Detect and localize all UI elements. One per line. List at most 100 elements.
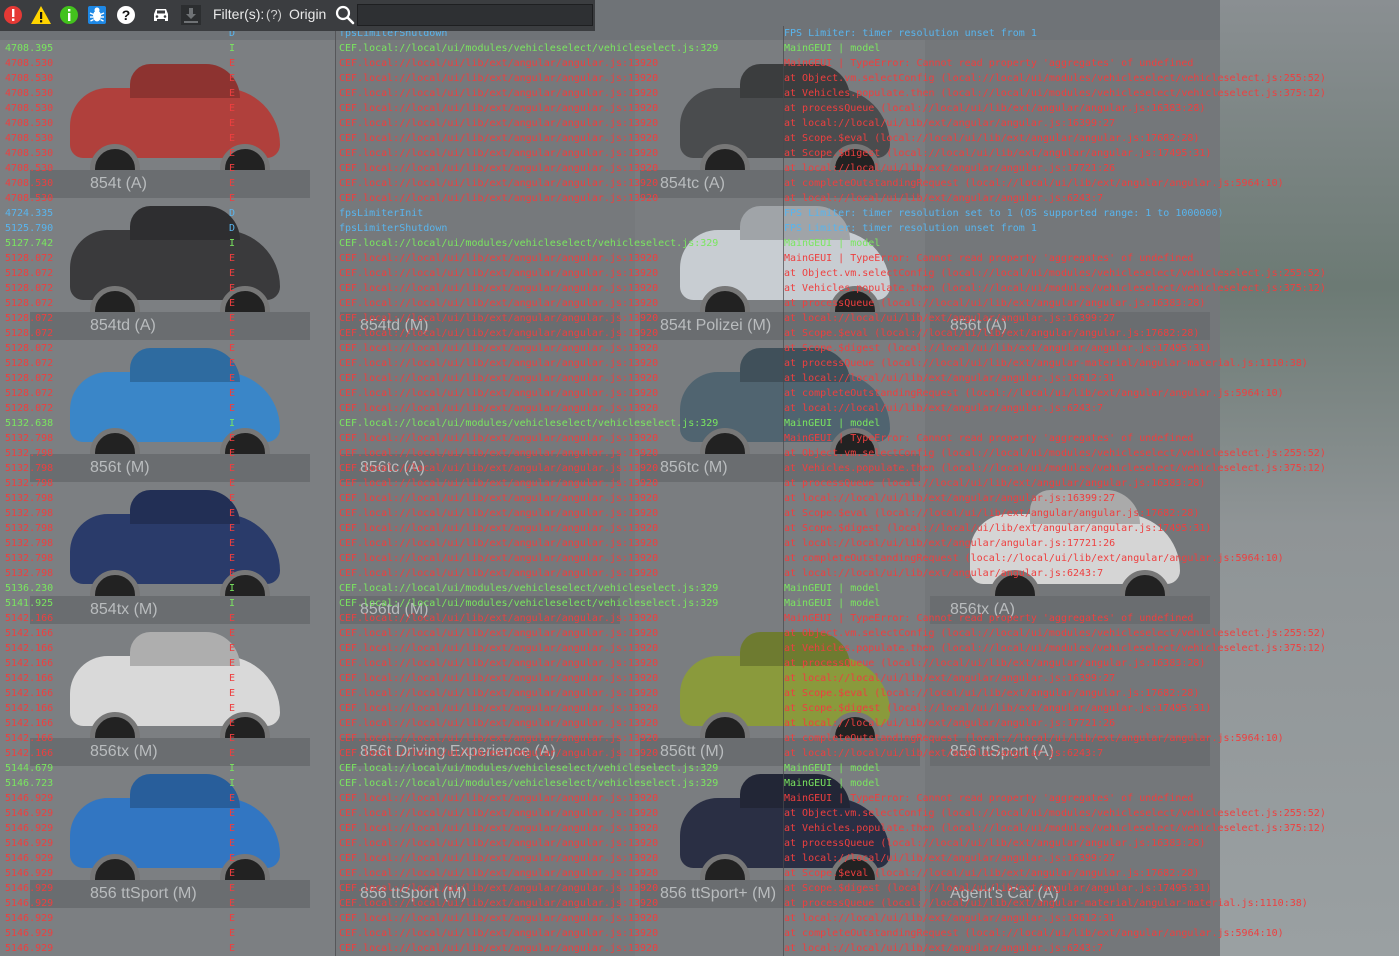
log-row[interactable]: 4708.530 E CEF.local://local/ui/lib/ext/an… <box>0 101 1399 116</box>
log-row[interactable]: 5128.072 E CEF.local://local/ui/lib/ext/an… <box>0 401 1399 416</box>
debug-bug-icon[interactable] <box>86 4 108 26</box>
log-timestamp: 5142.166 <box>5 688 54 699</box>
log-message: at processQueue (local://local/ui/lib/ex… <box>784 898 1308 909</box>
log-origin: CEF.local://local/ui/lib/ext/angular/ang… <box>339 718 659 729</box>
log-message: at completeOutstandingRequest (local://l… <box>784 733 1284 744</box>
log-row[interactable]: 5146.929 E CEF.local://local/ui/lib/ext/an… <box>0 911 1399 926</box>
warning-filter-icon[interactable] <box>30 4 52 26</box>
log-row[interactable]: 5128.072 E CEF.local://local/ui/lib/ext/an… <box>0 326 1399 341</box>
log-row[interactable]: 5146.929 E CEF.local://local/ui/lib/ext/an… <box>0 866 1399 881</box>
log-row[interactable]: 5132.798 E CEF.local://local/ui/lib/ext/an… <box>0 536 1399 551</box>
log-row[interactable]: 5142.166 E CEF.local://local/ui/lib/ext/an… <box>0 686 1399 701</box>
log-row[interactable]: 5132.798 E CEF.local://local/ui/lib/ext/an… <box>0 446 1399 461</box>
log-row[interactable]: 5132.798 E CEF.local://local/ui/lib/ext/an… <box>0 521 1399 536</box>
log-row[interactable]: 5146.929 E CEF.local://local/ui/lib/ext/an… <box>0 926 1399 941</box>
log-row[interactable]: 5141.925 I CEF.local://local/ui/modules/ve… <box>0 596 1399 611</box>
log-row[interactable]: 5146.723 I CEF.local://local/ui/modules/ve… <box>0 776 1399 791</box>
log-row[interactable]: 5128.072 E CEF.local://local/ui/lib/ext/an… <box>0 281 1399 296</box>
log-row[interactable]: 5127.742 I CEF.local://local/ui/modules/ve… <box>0 236 1399 251</box>
log-row[interactable]: 5146.929 E CEF.local://local/ui/lib/ext/an… <box>0 881 1399 896</box>
filter-input[interactable] <box>357 4 593 26</box>
log-row[interactable]: 5146.929 E CEF.local://local/ui/lib/ext/an… <box>0 821 1399 836</box>
log-row[interactable]: 4708.530 E CEF.local://local/ui/lib/ext/an… <box>0 116 1399 131</box>
filter-help-hint[interactable]: (?) <box>266 7 282 22</box>
log-row[interactable]: 4708.530 E CEF.local://local/ui/lib/ext/an… <box>0 161 1399 176</box>
log-origin: CEF.local://local/ui/lib/ext/angular/ang… <box>339 343 659 354</box>
log-row[interactable]: 4708.530 E CEF.local://local/ui/lib/ext/an… <box>0 71 1399 86</box>
log-row[interactable]: 5128.072 E CEF.local://local/ui/lib/ext/an… <box>0 386 1399 401</box>
log-row[interactable]: 5142.166 E CEF.local://local/ui/lib/ext/an… <box>0 641 1399 656</box>
log-row[interactable]: 4708.530 E CEF.local://local/ui/lib/ext/an… <box>0 146 1399 161</box>
vehicle-icon[interactable] <box>150 4 172 26</box>
log-row[interactable]: 5142.166 E CEF.local://local/ui/lib/ext/an… <box>0 656 1399 671</box>
log-row[interactable]: 5146.929 E CEF.local://local/ui/lib/ext/an… <box>0 851 1399 866</box>
log-origin: CEF.local://local/ui/lib/ext/angular/ang… <box>339 298 659 309</box>
log-message: at processQueue (local://local/ui/lib/ex… <box>784 298 1206 309</box>
log-row[interactable]: 5142.166 E CEF.local://local/ui/lib/ext/an… <box>0 716 1399 731</box>
log-timestamp: 5128.072 <box>5 343 54 354</box>
log-message: at Vehicles.populate.then (local://local… <box>784 643 1326 654</box>
log-message: at Scope.$digest (local://local/ui/lib/e… <box>784 883 1212 894</box>
log-message: MainGEUI | model <box>784 763 881 774</box>
log-row[interactable]: 5125.790 DfpsLimiterShutdown FPS Limiter: … <box>0 221 1399 236</box>
log-row[interactable]: 4724.335 DfpsLimiterInit FPS Limiter: time… <box>0 206 1399 221</box>
log-row[interactable]: 5128.072 E CEF.local://local/ui/lib/ext/an… <box>0 341 1399 356</box>
log-level: E <box>229 298 236 309</box>
log-row[interactable]: 4708.530 E CEF.local://local/ui/lib/ext/an… <box>0 131 1399 146</box>
log-row[interactable]: 5142.166 E CEF.local://local/ui/lib/ext/an… <box>0 746 1399 761</box>
log-row[interactable]: 5132.798 E CEF.local://local/ui/lib/ext/an… <box>0 551 1399 566</box>
log-row[interactable]: 5142.166 E CEF.local://local/ui/lib/ext/an… <box>0 701 1399 716</box>
log-message: at local://local/ui/lib/ext/angular/angu… <box>784 718 1116 729</box>
log-origin: CEF.local://local/ui/lib/ext/angular/ang… <box>339 868 659 879</box>
log-row[interactable]: 5146.929 E CEF.local://local/ui/lib/ext/an… <box>0 791 1399 806</box>
log-row[interactable]: 5146.929 E CEF.local://local/ui/lib/ext/an… <box>0 836 1399 851</box>
log-timestamp: 5132.638 <box>5 418 54 429</box>
log-row[interactable]: 5132.798 E CEF.local://local/ui/lib/ext/an… <box>0 476 1399 491</box>
log-row[interactable]: 5128.072 E CEF.local://local/ui/lib/ext/an… <box>0 311 1399 326</box>
log-row[interactable]: 5142.166 E CEF.local://local/ui/lib/ext/an… <box>0 626 1399 641</box>
log-origin: CEF.local://local/ui/lib/ext/angular/ang… <box>339 673 659 684</box>
log-row[interactable]: 5142.166 E CEF.local://local/ui/lib/ext/an… <box>0 731 1399 746</box>
log-row[interactable]: 5128.072 E CEF.local://local/ui/lib/ext/an… <box>0 371 1399 386</box>
log-message: at Object.vm.selectConfig (local://local… <box>784 628 1326 639</box>
log-row[interactable]: 5132.798 E CEF.local://local/ui/lib/ext/an… <box>0 506 1399 521</box>
log-row[interactable]: 4708.530 E CEF.local://local/ui/lib/ext/an… <box>0 176 1399 191</box>
help-filter-icon[interactable]: ? <box>115 4 137 26</box>
log-row[interactable]: 5132.798 E CEF.local://local/ui/lib/ext/an… <box>0 566 1399 581</box>
log-origin: CEF.local://local/ui/lib/ext/angular/ang… <box>339 88 659 99</box>
log-row[interactable]: 5142.166 E CEF.local://local/ui/lib/ext/an… <box>0 611 1399 626</box>
log-row[interactable]: 5128.072 E CEF.local://local/ui/lib/ext/an… <box>0 356 1399 371</box>
log-row[interactable]: 5128.072 E CEF.local://local/ui/lib/ext/an… <box>0 266 1399 281</box>
log-row[interactable]: 5132.798 E CEF.local://local/ui/lib/ext/an… <box>0 461 1399 476</box>
log-origin: CEF.local://local/ui/lib/ext/angular/ang… <box>339 118 659 129</box>
log-row[interactable]: 5132.798 E CEF.local://local/ui/lib/ext/an… <box>0 431 1399 446</box>
download-icon[interactable] <box>180 4 202 26</box>
log-row[interactable]: 5128.072 E CEF.local://local/ui/lib/ext/an… <box>0 251 1399 266</box>
log-row[interactable]: 4708.395 I CEF.local://local/ui/modules/ve… <box>0 41 1399 56</box>
log-row[interactable]: 5144.679 I CEF.local://local/ui/modules/ve… <box>0 761 1399 776</box>
error-filter-icon[interactable] <box>2 4 24 26</box>
log-row[interactable]: 5132.798 E CEF.local://local/ui/lib/ext/an… <box>0 491 1399 506</box>
log-row[interactable]: 5128.072 E CEF.local://local/ui/lib/ext/an… <box>0 296 1399 311</box>
log-row[interactable]: 5146.929 E CEF.local://local/ui/lib/ext/an… <box>0 896 1399 911</box>
log-level: E <box>229 253 236 264</box>
log-row[interactable]: 5142.166 E CEF.local://local/ui/lib/ext/an… <box>0 671 1399 686</box>
info-filter-icon[interactable] <box>58 4 80 26</box>
log-origin: CEF.local://local/ui/lib/ext/angular/ang… <box>339 328 659 339</box>
log-row[interactable]: 5136.230 I CEF.local://local/ui/modules/ve… <box>0 581 1399 596</box>
log-origin: CEF.local://local/ui/lib/ext/angular/ang… <box>339 613 659 624</box>
log-row[interactable]: 4708.530 E CEF.local://local/ui/lib/ext/an… <box>0 191 1399 206</box>
log-message: at local://local/ui/lib/ext/angular/angu… <box>784 568 1104 579</box>
log-row[interactable]: 4708.530 E CEF.local://local/ui/lib/ext/an… <box>0 56 1399 71</box>
log-row[interactable]: 5132.638 I CEF.local://local/ui/modules/ve… <box>0 416 1399 431</box>
search-icon[interactable] <box>334 4 356 26</box>
log-row[interactable]: 5146.929 E CEF.local://local/ui/lib/ext/an… <box>0 941 1399 956</box>
log-origin: CEF.local://local/ui/lib/ext/angular/ang… <box>339 643 659 654</box>
log-level: E <box>229 178 236 189</box>
log-message: at completeOutstandingRequest (local://l… <box>784 388 1284 399</box>
console-log[interactable]: DfpsLimiterShutdown FPS Limiter: timer re… <box>0 26 1399 956</box>
log-row[interactable]: 4708.530 E CEF.local://local/ui/lib/ext/an… <box>0 86 1399 101</box>
log-origin: CEF.local://local/ui/lib/ext/angular/ang… <box>339 553 659 564</box>
log-timestamp: 5144.679 <box>5 763 54 774</box>
log-row[interactable]: 5146.929 E CEF.local://local/ui/lib/ext/an… <box>0 806 1399 821</box>
